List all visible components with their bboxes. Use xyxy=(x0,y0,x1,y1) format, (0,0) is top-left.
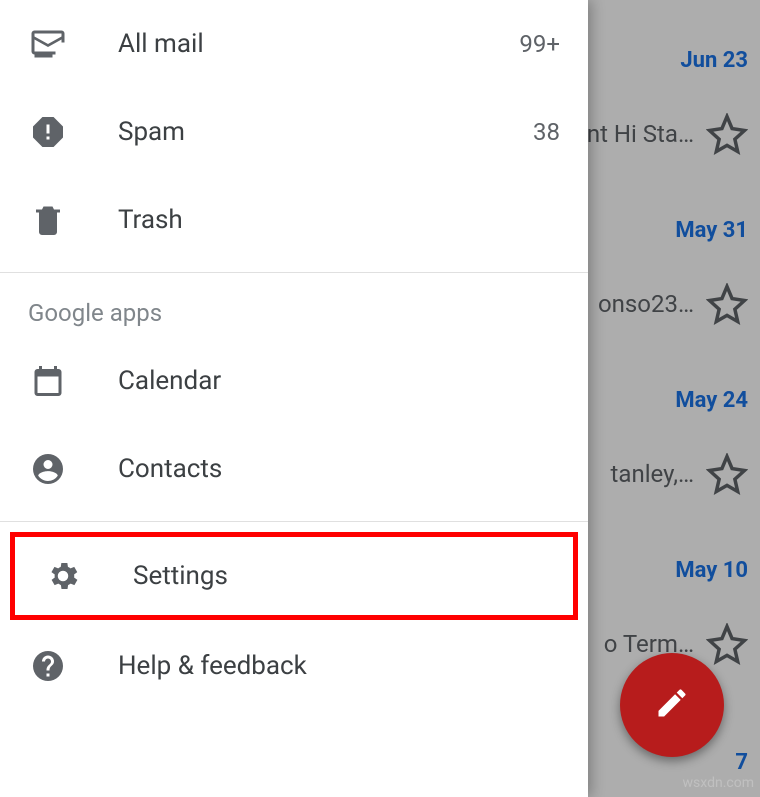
drawer-item-label: Settings xyxy=(133,561,545,591)
settings-icon xyxy=(43,556,83,596)
drawer-item-settings[interactable]: Settings xyxy=(10,532,578,620)
drawer-item-label: Trash xyxy=(118,205,560,235)
drawer-divider xyxy=(0,521,588,522)
drawer-item-count: 99+ xyxy=(519,30,560,58)
calendar-icon xyxy=(28,361,68,401)
drawer-item-spam[interactable]: Spam 38 xyxy=(0,88,588,176)
drawer-item-contacts[interactable]: Contacts xyxy=(0,425,588,513)
drawer-item-label: Spam xyxy=(118,117,483,147)
help-icon xyxy=(28,646,68,686)
watermark: wsxdn.com xyxy=(683,775,754,791)
drawer-item-label: All mail xyxy=(118,29,469,59)
drawer-item-help[interactable]: Help & feedback xyxy=(0,622,588,710)
drawer-item-label: Contacts xyxy=(118,454,560,484)
all-mail-icon xyxy=(28,24,68,64)
drawer-item-all-mail[interactable]: All mail 99+ xyxy=(0,0,588,88)
drawer-item-label: Calendar xyxy=(118,366,560,396)
drawer-item-calendar[interactable]: Calendar xyxy=(0,337,588,425)
trash-icon xyxy=(28,200,68,240)
pencil-icon xyxy=(654,685,690,725)
drawer-item-count: 38 xyxy=(533,118,560,146)
drawer-divider xyxy=(0,272,588,273)
navigation-drawer: All mail 99+ Spam 38 Trash Google apps C… xyxy=(0,0,588,797)
drawer-section-header-google-apps: Google apps xyxy=(0,281,588,337)
drawer-item-trash[interactable]: Trash xyxy=(0,176,588,264)
compose-fab[interactable] xyxy=(620,653,724,757)
drawer-item-label: Help & feedback xyxy=(118,651,560,681)
contacts-icon xyxy=(28,449,68,489)
spam-icon xyxy=(28,112,68,152)
